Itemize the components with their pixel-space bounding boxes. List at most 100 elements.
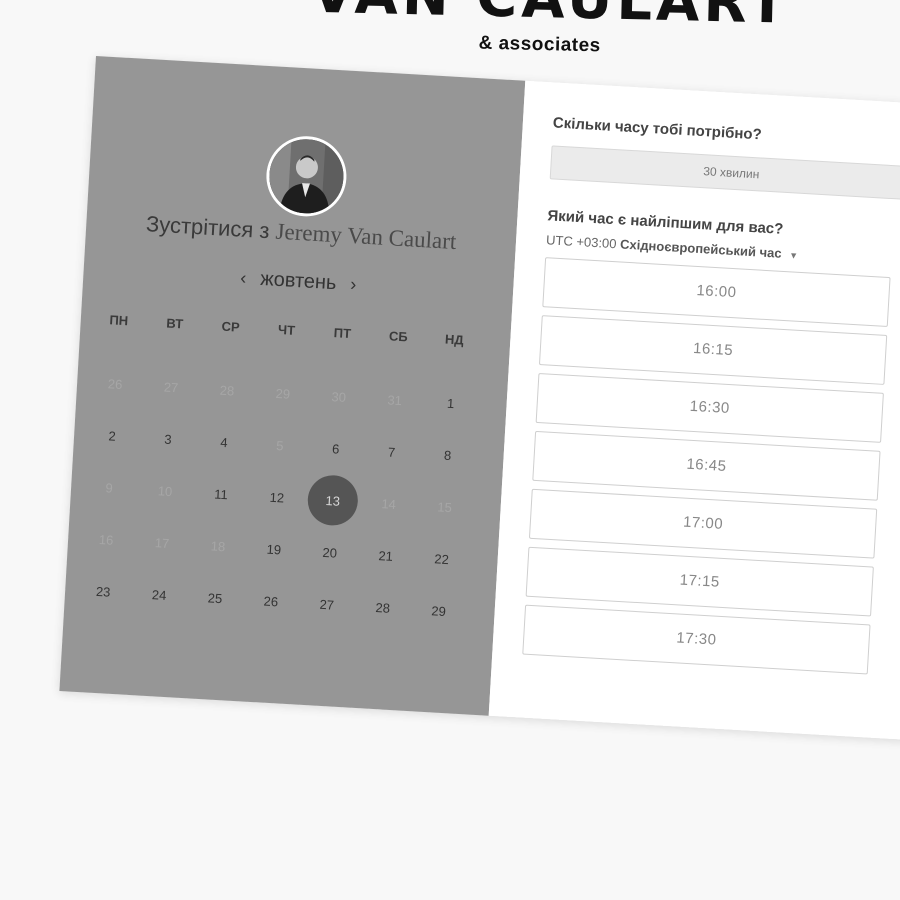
timezone-name: Східноєвропейський час [619, 236, 783, 261]
calendar-day[interactable]: 29 [409, 583, 468, 638]
calendar-day-number: 12 [269, 489, 285, 506]
calendar-day-number: 27 [163, 378, 179, 395]
calendar-day[interactable]: 11 [192, 466, 251, 521]
calendar-day: 30 [309, 369, 368, 424]
calendar-day[interactable]: 26 [241, 573, 300, 628]
calendar-grid: ПН ВТ СР ЧТ ПТ СБ НД 26 27 28 29 30 31 1 2 3 4 5 6 7 8 9 10 11 1… [74, 304, 491, 639]
calendar-day-number: 31 [387, 391, 403, 408]
time-slot-button[interactable]: 16:15 [538, 315, 888, 385]
calendar-day-number: 9 [105, 479, 114, 496]
meeting-title-prefix: Зустрітися з [145, 211, 271, 244]
weekday-header: ЧТ [277, 321, 296, 338]
calendar-day: 14 [359, 476, 418, 531]
person-photo-icon [267, 137, 346, 216]
calendar-day-number: 4 [219, 434, 229, 450]
calendar-day-number: 26 [107, 375, 123, 392]
calendar-day-number: 22 [433, 550, 450, 567]
weekday-header: СБ [388, 328, 409, 345]
brand-subtitle: & associates [478, 32, 601, 57]
scheduling-widget: Зустрітися з Jeremy Van Caulart ‹ жовтен… [59, 56, 900, 741]
time-slot-button[interactable]: 16:45 [532, 430, 881, 501]
calendar-day-number: 29 [275, 385, 291, 402]
timezone-offset: UTC +03:00 [545, 232, 617, 252]
calendar-day: 10 [136, 463, 195, 518]
calendar-day: 28 [198, 363, 257, 418]
calendar-day: 31 [365, 372, 424, 427]
calendar-day-number: 3 [164, 431, 173, 447]
calendar-day[interactable]: 22 [412, 531, 471, 586]
time-slot-button[interactable]: 17:00 [528, 488, 878, 559]
calendar-day[interactable]: 21 [356, 528, 415, 583]
time-slot-button[interactable]: 16:00 [542, 257, 891, 328]
calendar-day[interactable]: 12 [247, 470, 306, 525]
calendar-day[interactable]: 8 [418, 427, 477, 482]
calendar-day: 17 [133, 515, 192, 570]
calendar-day[interactable]: 20 [300, 525, 359, 580]
calendar-day-number: 25 [207, 589, 223, 606]
caret-down-icon: ▼ [788, 250, 799, 261]
calendar-day-number: 23 [95, 583, 111, 600]
calendar-day-number: 28 [375, 599, 391, 616]
calendar-day: 29 [253, 366, 312, 421]
calendar-day[interactable]: 24 [130, 567, 189, 622]
weekday-header: ПН [109, 312, 129, 329]
calendar-day-number: 29 [430, 602, 447, 619]
calendar-day-number: 19 [266, 541, 282, 557]
time-slot-button[interactable]: 17:30 [522, 604, 871, 675]
calendar-day-number: 6 [331, 440, 340, 457]
weekday-header: ПТ [333, 325, 352, 342]
calendar-day-number: 20 [322, 544, 338, 561]
calendar-day: 9 [80, 460, 139, 515]
calendar-day: 26 [86, 356, 145, 411]
calendar-day[interactable]: 28 [353, 580, 412, 635]
calendar-panel: Зустрітися з Jeremy Van Caulart ‹ жовтен… [59, 56, 526, 716]
weekday-header: СР [221, 318, 241, 335]
calendar-day[interactable]: 19 [244, 521, 303, 576]
time-slot-list: 16:00 16:15 16:30 16:45 17:00 17:15 17:30 [522, 257, 900, 677]
calendar-day-number: 8 [443, 447, 452, 463]
duration-selector[interactable]: 30 хвилин [549, 145, 900, 201]
calendar-day-number: 18 [210, 537, 226, 554]
calendar-day-selected[interactable]: 13 [303, 473, 362, 528]
calendar-day[interactable]: 25 [186, 570, 245, 625]
calendar-day-number: 10 [157, 482, 173, 499]
calendar-day-number: 7 [387, 443, 396, 460]
calendar-day[interactable]: 2 [83, 408, 142, 463]
calendar-day-number: 2 [108, 427, 117, 444]
calendar-day[interactable]: 23 [74, 564, 133, 619]
time-slot-button[interactable]: 16:30 [535, 372, 884, 443]
weekday-header: ВТ [165, 315, 184, 332]
calendar-day: 16 [77, 512, 136, 567]
calendar-day[interactable]: 27 [297, 577, 356, 632]
weekday-header: НД [444, 331, 465, 348]
calendar-day-number: 21 [378, 547, 394, 564]
host-avatar [264, 134, 349, 219]
calendar-day-number: 13 [306, 473, 360, 527]
next-month-button[interactable]: › [350, 274, 357, 295]
calendar-day-number: 1 [446, 395, 455, 411]
calendar-day-number: 15 [436, 498, 453, 515]
calendar-day: 5 [250, 418, 309, 473]
calendar-day-number: 26 [263, 593, 279, 609]
calendar-day-number: 14 [381, 495, 397, 512]
calendar-day[interactable]: 3 [139, 411, 198, 466]
calendar-day-number: 27 [319, 596, 335, 613]
calendar-day: 27 [142, 359, 201, 414]
calendar-day[interactable]: 6 [306, 421, 365, 476]
calendar-day[interactable]: 7 [362, 424, 421, 479]
calendar-day-number: 24 [151, 586, 167, 603]
calendar-day-number: 5 [275, 437, 284, 453]
calendar-day-number: 30 [331, 388, 347, 405]
calendar-day-number: 28 [219, 382, 235, 398]
calendar-day-number: 17 [154, 534, 170, 551]
calendar-day: 15 [415, 479, 474, 534]
calendar-day[interactable]: 4 [195, 414, 254, 469]
booking-panel: Скільки часу тобі потрібно? 30 хвилин Як… [488, 80, 900, 741]
month-navigation: ‹ жовтень › [83, 258, 514, 306]
time-slot-button[interactable]: 17:15 [525, 546, 874, 617]
month-label: жовтень [259, 267, 338, 295]
host-name: Jeremy Van Caulart [274, 218, 458, 255]
prev-month-button[interactable]: ‹ [240, 268, 247, 289]
calendar-day-number: 16 [98, 531, 114, 548]
calendar-day[interactable]: 1 [421, 375, 480, 430]
